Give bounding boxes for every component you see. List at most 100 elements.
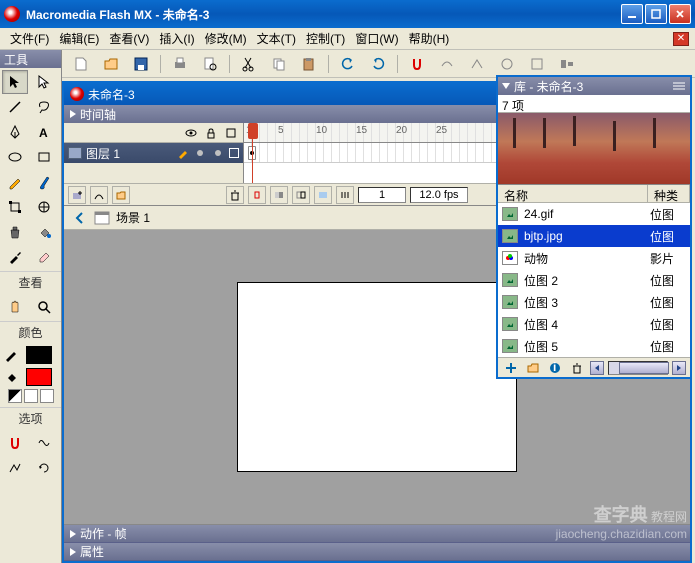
scroll-left-button[interactable] [590, 361, 604, 375]
swap-colors-button[interactable] [40, 389, 54, 403]
edit-multiple-button[interactable] [314, 186, 332, 204]
visible-dot[interactable] [197, 150, 203, 156]
menu-text[interactable]: 文本(T) [253, 28, 300, 49]
eye-icon[interactable] [185, 127, 197, 139]
text-tool[interactable]: A [31, 120, 57, 144]
delete-layer-button[interactable] [226, 186, 244, 204]
snap-option[interactable] [2, 431, 28, 455]
collapse-icon[interactable] [70, 548, 76, 556]
menu-window[interactable]: 窗口(W) [351, 28, 402, 49]
no-color-button[interactable] [24, 389, 38, 403]
menu-file[interactable]: 文件(F) [6, 28, 53, 49]
print-button[interactable] [169, 53, 191, 75]
back-icon[interactable] [72, 210, 88, 226]
lock-dot[interactable] [215, 150, 221, 156]
onion-skin-button[interactable] [270, 186, 288, 204]
library-item[interactable]: 位图 5位图 [498, 335, 690, 357]
stage[interactable] [237, 282, 517, 472]
pen-tool[interactable] [2, 120, 28, 144]
menu-help[interactable]: 帮助(H) [405, 28, 454, 49]
eyedropper-tool[interactable] [2, 245, 28, 269]
align-button[interactable] [556, 53, 578, 75]
subselect-tool[interactable] [31, 70, 57, 94]
arrow-tool[interactable] [2, 70, 28, 94]
center-frame-button[interactable] [248, 186, 266, 204]
actions-panel-header[interactable]: 动作 - 帧 [64, 525, 690, 543]
scene-label[interactable]: 场景 1 [116, 209, 150, 226]
layer-row[interactable]: 图层 1 [64, 143, 243, 163]
rotate-button[interactable] [496, 53, 518, 75]
outline-box[interactable] [229, 148, 239, 158]
collapse-icon[interactable] [502, 83, 510, 89]
zoom-tool[interactable] [31, 295, 57, 319]
library-item[interactable]: 位图 3位图 [498, 291, 690, 313]
collapse-icon[interactable] [70, 530, 76, 538]
new-button[interactable] [70, 53, 92, 75]
new-symbol-button[interactable] [502, 360, 520, 376]
scrollbar[interactable] [608, 361, 668, 375]
smooth-button[interactable] [436, 53, 458, 75]
col-type[interactable]: 种类 [648, 185, 690, 202]
library-item[interactable]: 动物影片 [498, 247, 690, 269]
add-guide-button[interactable] [90, 186, 108, 204]
add-layer-button[interactable] [68, 186, 86, 204]
rectangle-tool[interactable] [31, 145, 57, 169]
menu-modify[interactable]: 修改(M) [201, 28, 251, 49]
scroll-thumb[interactable] [619, 362, 669, 374]
cut-button[interactable] [238, 53, 260, 75]
properties-button[interactable]: i [546, 360, 564, 376]
default-colors-button[interactable] [8, 389, 22, 403]
open-button[interactable] [100, 53, 122, 75]
eraser-tool[interactable] [31, 245, 57, 269]
col-name[interactable]: 名称 [498, 185, 648, 202]
playhead[interactable] [248, 123, 258, 183]
line-tool[interactable] [2, 95, 28, 119]
library-item[interactable]: 24.gif位图 [498, 203, 690, 225]
close-button[interactable] [669, 4, 691, 24]
pencil-tool[interactable] [2, 170, 28, 194]
onion-markers-button[interactable] [336, 186, 354, 204]
paste-button[interactable] [298, 53, 320, 75]
fill-color-swatch[interactable] [26, 368, 52, 386]
hand-tool[interactable] [2, 295, 28, 319]
save-button[interactable] [130, 53, 152, 75]
straighten-button[interactable] [466, 53, 488, 75]
brush-tool[interactable] [31, 170, 57, 194]
paint-bucket-tool[interactable] [31, 220, 57, 244]
free-transform-tool[interactable] [2, 195, 28, 219]
panel-menu-icon[interactable] [672, 81, 686, 91]
ink-bottle-tool[interactable] [2, 220, 28, 244]
oval-tool[interactable] [2, 145, 28, 169]
lasso-tool[interactable] [31, 95, 57, 119]
copy-button[interactable] [268, 53, 290, 75]
menu-insert[interactable]: 插入(I) [155, 28, 198, 49]
print-preview-button[interactable] [199, 53, 221, 75]
undo-button[interactable] [337, 53, 359, 75]
smooth-option[interactable] [31, 431, 57, 455]
library-item[interactable]: 位图 4位图 [498, 313, 690, 335]
scale-button[interactable] [526, 53, 548, 75]
straighten-option[interactable] [2, 456, 28, 480]
menu-view[interactable]: 查看(V) [105, 28, 153, 49]
library-header[interactable]: 库 - 未命名-3 [498, 77, 690, 95]
add-folder-button[interactable] [112, 186, 130, 204]
menu-control[interactable]: 控制(T) [302, 28, 349, 49]
snap-button[interactable] [406, 53, 428, 75]
menu-edit[interactable]: 编辑(E) [55, 28, 103, 49]
delete-button[interactable] [568, 360, 586, 376]
minimize-button[interactable] [621, 4, 643, 24]
fill-transform-tool[interactable] [31, 195, 57, 219]
stroke-color-swatch[interactable] [26, 346, 52, 364]
scroll-right-button[interactable] [672, 361, 686, 375]
onion-outline-button[interactable] [292, 186, 310, 204]
rotate-option[interactable] [31, 456, 57, 480]
maximize-button[interactable] [645, 4, 667, 24]
close-document-button[interactable]: ✕ [673, 32, 689, 46]
library-item[interactable]: bjtp.jpg位图 [498, 225, 690, 247]
redo-button[interactable] [367, 53, 389, 75]
library-item[interactable]: 位图 2位图 [498, 269, 690, 291]
properties-panel-header[interactable]: 属性 [64, 543, 690, 561]
lock-icon[interactable] [205, 127, 217, 139]
collapse-icon[interactable] [70, 110, 76, 118]
outline-icon[interactable] [225, 127, 237, 139]
